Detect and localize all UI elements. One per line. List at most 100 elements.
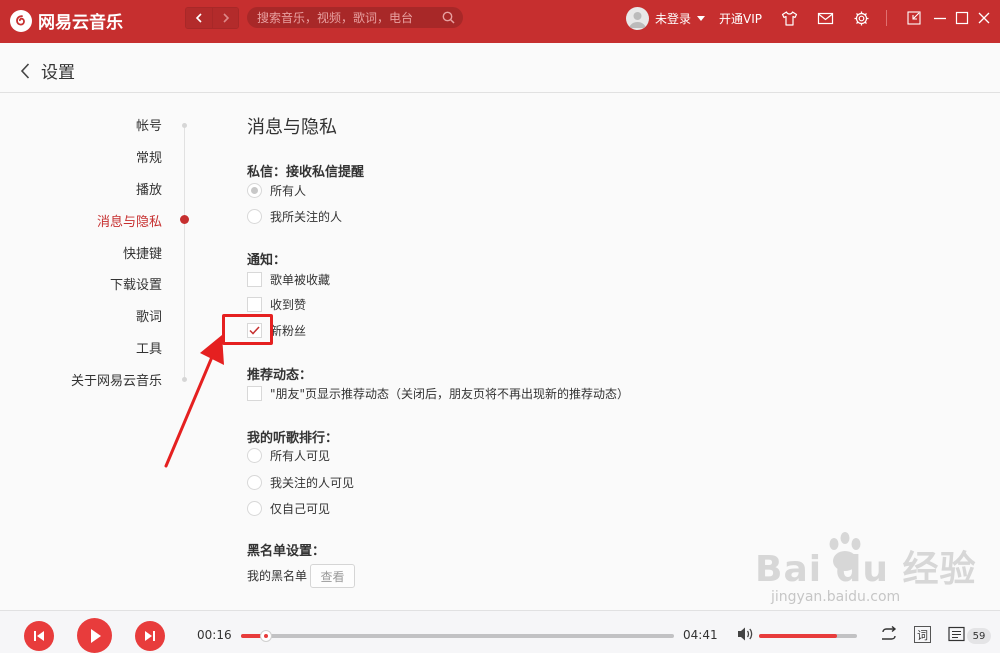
gear-icon <box>854 11 869 25</box>
radio-everyone[interactable]: 所有人 <box>247 182 306 199</box>
chevron-right-icon <box>222 13 229 23</box>
chevron-left-icon <box>20 62 30 79</box>
private-message-label: 私信：接收私信提醒 <box>247 165 365 180</box>
chevron-left-icon <box>195 13 202 23</box>
radio-button-selected[interactable] <box>247 183 262 198</box>
close-icon <box>978 12 990 24</box>
skip-next-icon <box>145 631 155 641</box>
watermark-url: jingyan.baidu.com <box>771 589 901 605</box>
lyric-button[interactable]: 词 <box>914 626 931 643</box>
page-title: 设置 <box>41 63 75 83</box>
radio-ranking-self[interactable]: 仅自己可见 <box>247 500 330 517</box>
nav-dot <box>182 123 187 128</box>
total-time: 04:41 <box>683 628 718 642</box>
nav-dot-active <box>180 215 189 224</box>
volume-button[interactable] <box>737 626 754 642</box>
option-label: 所有人 <box>270 184 307 198</box>
loop-icon <box>882 626 897 640</box>
page-header: 设置 <box>0 43 1000 93</box>
minimize-button[interactable] <box>931 9 949 27</box>
search-input[interactable] <box>257 10 442 25</box>
maximize-button[interactable] <box>953 9 971 27</box>
search-box <box>247 7 463 28</box>
nav-item-account[interactable]: 帐号 <box>136 115 162 134</box>
messages-button[interactable] <box>816 9 834 27</box>
player-bar: 00:16 04:41 词 59 <box>0 610 1000 653</box>
nav-item-shortcuts[interactable]: 快捷键 <box>123 243 162 262</box>
option-label: 收到赞 <box>270 298 307 312</box>
play-icon <box>90 628 101 643</box>
playlist-count-badge: 59 <box>967 628 991 644</box>
history-nav <box>185 7 239 29</box>
annotation-arrow-icon <box>164 335 224 468</box>
title-bar: 网易云音乐 未登录 开通VIP <box>0 0 1000 43</box>
skip-previous-icon <box>34 631 44 641</box>
forward-nav-button[interactable] <box>212 8 238 28</box>
settings-content: 消息与隐私 私信：接收私信提醒 所有人 我所关注的人 通知： 歌单被收藏 收到赞… <box>247 93 987 610</box>
login-status[interactable]: 未登录 <box>655 10 691 27</box>
top-actions: 未登录 开通VIP <box>626 6 993 30</box>
nav-item-tools[interactable]: 工具 <box>136 338 162 357</box>
volume-icon <box>738 627 753 641</box>
nav-item-about[interactable]: 关于网易云音乐 <box>71 370 162 389</box>
nav-item-download[interactable]: 下载设置 <box>110 274 162 293</box>
loop-button[interactable] <box>879 626 899 642</box>
option-label: 所有人可见 <box>270 449 331 463</box>
blacklist-label: 黑名单设置： <box>247 544 326 559</box>
option-label: 我所关注的人 <box>270 210 343 224</box>
playlist-button[interactable] <box>948 626 966 642</box>
radio-button[interactable] <box>247 209 262 224</box>
volume-fill <box>759 634 838 638</box>
app-logo[interactable]: 网易云音乐 <box>10 8 123 33</box>
option-label: "朋友"页显示推荐动态（关闭后，朋友页将不再出现新的推荐动态） <box>270 387 630 401</box>
close-button[interactable] <box>975 9 993 27</box>
nav-item-general[interactable]: 常规 <box>136 147 162 166</box>
back-nav-button[interactable] <box>186 8 212 28</box>
option-label: 仅自己可见 <box>270 502 331 516</box>
checkbox[interactable] <box>247 386 262 401</box>
mail-icon <box>817 12 833 24</box>
next-button[interactable] <box>135 621 165 651</box>
netease-music-logo-icon <box>10 9 32 32</box>
radio-ranking-following[interactable]: 我关注的人可见 <box>247 474 354 491</box>
recommend-label: 推荐动态： <box>247 368 313 383</box>
progress-knob[interactable] <box>260 630 273 642</box>
user-menu-caret-icon[interactable] <box>697 15 706 21</box>
avatar[interactable] <box>626 6 649 30</box>
search-icon[interactable] <box>442 11 455 24</box>
checkbox-recommend-feed[interactable]: "朋友"页显示推荐动态（关闭后，朋友页将不再出现新的推荐动态） <box>247 385 629 402</box>
elapsed-time: 00:16 <box>197 628 232 642</box>
checkbox[interactable] <box>247 297 262 312</box>
radio-button[interactable] <box>247 475 262 490</box>
radio-ranking-everyone[interactable]: 所有人可见 <box>247 447 330 464</box>
previous-button[interactable] <box>24 621 54 651</box>
maximize-icon <box>955 11 969 25</box>
tshirt-icon <box>781 10 797 26</box>
progress-bar[interactable] <box>241 630 674 642</box>
radio-button[interactable] <box>247 501 262 516</box>
play-button[interactable] <box>77 618 112 653</box>
mini-mode-button[interactable] <box>905 9 923 27</box>
minimize-icon <box>934 17 947 20</box>
settings-button[interactable] <box>852 9 870 27</box>
volume-slider[interactable] <box>759 634 857 638</box>
playlist-icon <box>948 626 965 642</box>
back-button[interactable]: 设置 <box>20 58 75 83</box>
watermark-text: Bai du 经验 <box>755 549 977 590</box>
option-label: 新粉丝 <box>270 324 307 338</box>
user-avatar-icon <box>629 11 646 28</box>
checkbox-likes[interactable]: 收到赞 <box>247 296 306 313</box>
skin-button[interactable] <box>780 9 798 27</box>
blacklist-item-label: 我的黑名单 <box>247 567 307 584</box>
baidu-watermark: Bai du 经验 jingyan.baidu.com <box>755 532 995 610</box>
radio-button[interactable] <box>247 448 262 463</box>
radio-following[interactable]: 我所关注的人 <box>247 208 342 225</box>
checkbox-playlist-collected[interactable]: 歌单被收藏 <box>247 271 330 288</box>
vip-link[interactable]: 开通VIP <box>719 10 762 27</box>
nav-item-playback[interactable]: 播放 <box>136 179 162 198</box>
nav-item-lyrics[interactable]: 歌词 <box>136 306 162 325</box>
view-blacklist-button[interactable]: 查看 <box>310 564 355 588</box>
checkbox[interactable] <box>247 272 262 287</box>
section-title: 消息与隐私 <box>247 117 337 138</box>
nav-item-privacy[interactable]: 消息与隐私 <box>97 211 162 230</box>
